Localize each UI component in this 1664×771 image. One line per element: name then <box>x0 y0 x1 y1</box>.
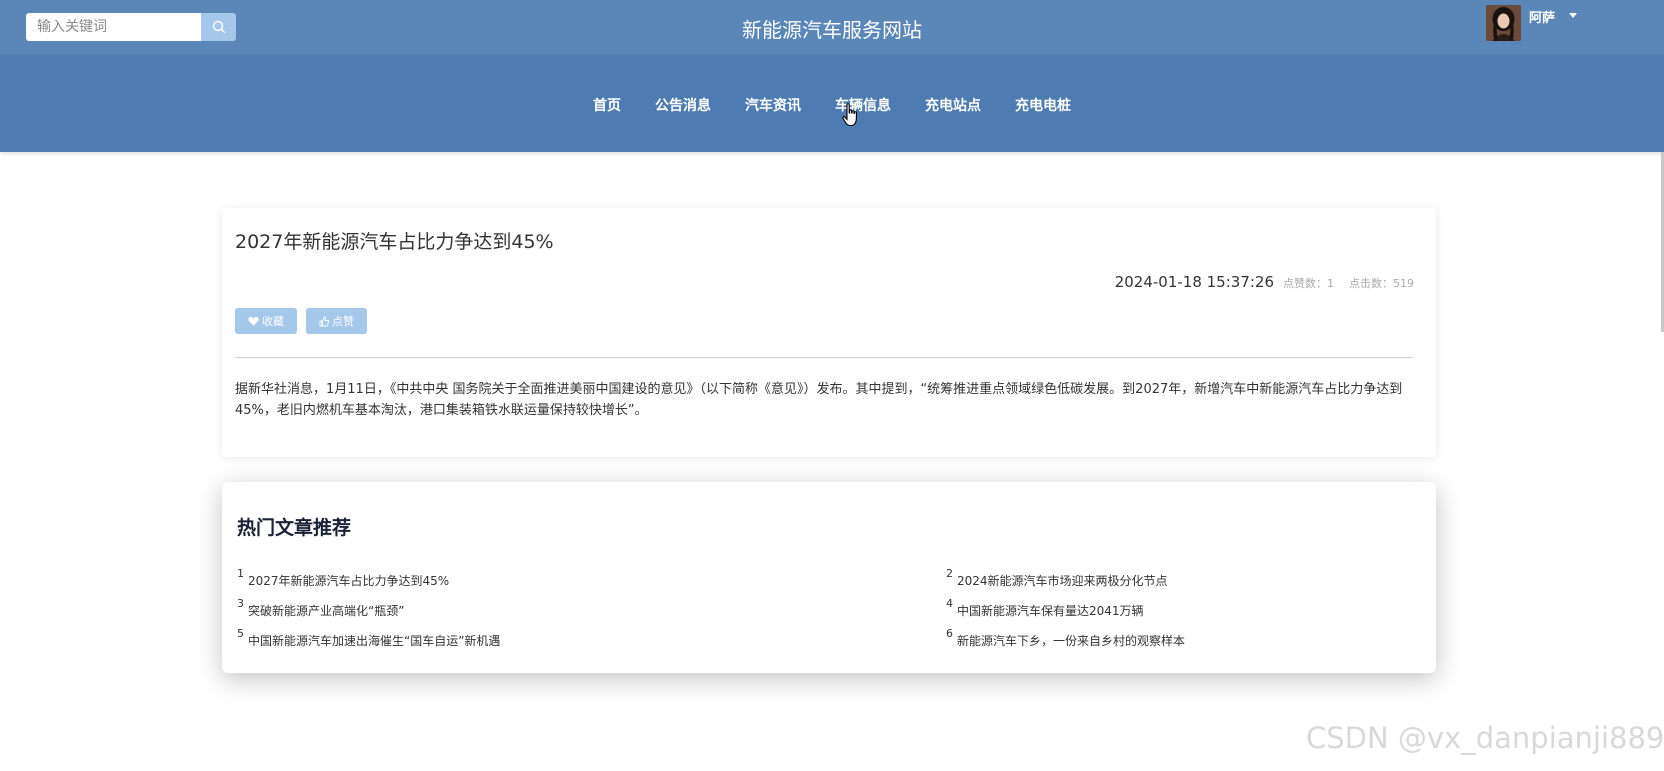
hot-article-number: 3 <box>237 597 244 610</box>
hot-article-link[interactable]: 中国新能源汽车加速出海催生“国车自运”新机遇 <box>248 632 500 649</box>
hot-article-item[interactable]: 2 2024新能源汽车市场迎来两极分化节点 <box>946 567 1168 589</box>
hand-cursor-icon <box>842 103 857 127</box>
article-meta: 2024-01-18 15:37:26 点赞数：1 点击数：519 <box>1115 273 1414 291</box>
hot-article-item[interactable]: 4 中国新能源汽车保有量达2041万辆 <box>946 597 1144 619</box>
article-actions: 收藏 点赞 <box>235 308 376 334</box>
hot-article-item[interactable]: 5 中国新能源汽车加速出海催生“国车自运”新机遇 <box>237 627 500 649</box>
hot-article-item[interactable]: 6 新能源汽车下乡，一份来自乡村的观察样本 <box>946 627 1185 649</box>
article-card: 2027年新能源汽车占比力争达到45% 2024-01-18 15:37:26 … <box>222 208 1436 457</box>
avatar[interactable] <box>1486 5 1521 41</box>
article-datetime: 2024-01-18 15:37:26 <box>1114 273 1274 291</box>
hot-article-item[interactable]: 3 突破新能源产业高端化“瓶颈” <box>237 597 404 619</box>
favorite-button[interactable]: 收藏 <box>235 308 297 334</box>
nav-items: 首页 公告消息 汽车资讯 车辆信息 充电站点 充电电桩 <box>0 95 1664 115</box>
hot-article-number: 6 <box>946 627 953 640</box>
hot-article-number: 5 <box>237 627 244 640</box>
hot-articles-title: 热门文章推荐 <box>237 517 352 539</box>
hot-article-link[interactable]: 中国新能源汽车保有量达2041万辆 <box>957 602 1144 619</box>
hot-article-link[interactable]: 2027年新能源汽车占比力争达到45% <box>248 572 449 589</box>
like-button[interactable]: 点赞 <box>306 308 367 334</box>
hot-article-number: 1 <box>237 567 244 580</box>
hot-article-number: 4 <box>946 597 953 610</box>
divider <box>235 357 1413 358</box>
hot-articles-card: 热门文章推荐 1 2027年新能源汽车占比力争达到45% 2 2024新能源汽车… <box>222 482 1436 673</box>
like-count: 点赞数：1 <box>1283 277 1334 290</box>
nav-item-charging-stations[interactable]: 充电站点 <box>925 95 981 115</box>
hot-article-item[interactable]: 1 2027年新能源汽车占比力争达到45% <box>237 567 449 589</box>
hot-article-link[interactable]: 新能源汽车下乡，一份来自乡村的观察样本 <box>957 632 1185 649</box>
article-body: 据新华社消息，1月11日，《中共中央 国务院关于全面推进美丽中国建设的意见》（以… <box>235 382 1403 418</box>
main-nav: 首页 公告消息 汽车资讯 车辆信息 充电站点 充电电桩 <box>0 55 1664 152</box>
thumbs-up-icon <box>319 316 329 326</box>
watermark: CSDN @vx_danpianji889 <box>1306 721 1664 755</box>
favorite-label: 收藏 <box>262 315 284 328</box>
hot-article-link[interactable]: 2024新能源汽车市场迎来两极分化节点 <box>957 572 1168 589</box>
article-title: 2027年新能源汽车占比力争达到45% <box>235 231 554 253</box>
nav-item-home[interactable]: 首页 <box>593 95 621 115</box>
caret-down-icon[interactable] <box>1569 13 1577 18</box>
username[interactable]: 阿萨 <box>1529 7 1555 26</box>
nav-item-announcements[interactable]: 公告消息 <box>655 95 711 115</box>
site-title: 新能源汽车服务网站 <box>742 18 922 42</box>
click-count: 点击数：519 <box>1349 277 1414 290</box>
like-label: 点赞 <box>332 315 354 328</box>
hot-article-number: 2 <box>946 567 953 580</box>
nav-item-car-news[interactable]: 汽车资讯 <box>745 95 801 115</box>
top-bar: 新能源汽车服务网站 阿萨 <box>0 0 1664 55</box>
heart-icon <box>248 316 259 326</box>
hot-article-link[interactable]: 突破新能源产业高端化“瓶颈” <box>248 602 404 619</box>
nav-item-charging-piles[interactable]: 充电电桩 <box>1015 95 1071 115</box>
